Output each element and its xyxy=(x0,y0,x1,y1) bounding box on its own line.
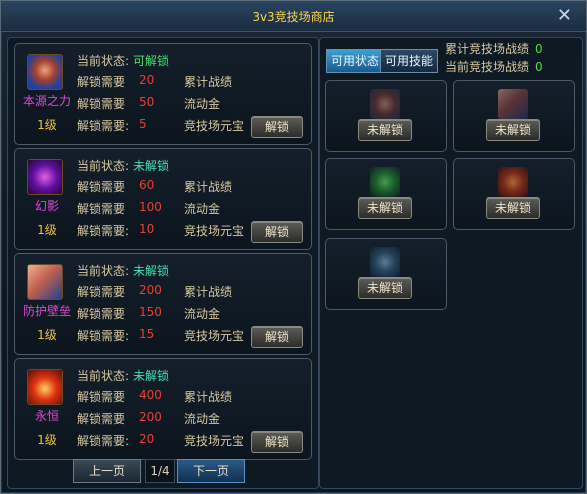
skill-card: 幻影 1级 当前状态: 未解锁 解锁需要 60 累计战绩 解锁需要 100 流动金 解锁需… xyxy=(14,148,312,250)
req-value: 400 xyxy=(139,388,162,402)
unlock-button[interactable]: 解锁 xyxy=(251,221,303,243)
skill-card: 永恒 1级 当前状态: 未解锁 解锁需要 400 累计战绩 解锁需要 200 流动金 解锁… xyxy=(14,358,312,460)
req-type: 累计战绩 xyxy=(184,180,233,194)
req-value: 10 xyxy=(139,222,155,236)
req-value: 60 xyxy=(139,178,155,192)
req-type: 流动金 xyxy=(184,307,221,321)
req-value: 150 xyxy=(139,305,162,319)
skill-name: 幻影 xyxy=(34,199,59,213)
req-label: 解锁需要: xyxy=(77,329,130,343)
skill-card: 防护壁垒 1级 当前状态: 未解锁 解锁需要 200 累计战绩 解锁需要 150 流动金 … xyxy=(14,253,312,355)
shop-slot[interactable]: 未解锁 xyxy=(325,80,447,152)
unlock-button[interactable]: 解锁 xyxy=(251,116,303,138)
req-label: 解锁需要 xyxy=(77,412,126,426)
status-value: 未解锁 xyxy=(133,369,170,383)
next-page-button[interactable]: 下一页 xyxy=(177,459,245,483)
status-value: 未解锁 xyxy=(133,264,170,278)
req-type: 竞技场元宝 xyxy=(184,329,245,343)
phantom-icon xyxy=(27,159,63,195)
status-label: 当前状态: xyxy=(77,54,130,68)
skill-level: 1级 xyxy=(37,328,57,342)
req-label: 解锁需要 xyxy=(77,390,126,404)
status-value: 可解锁 xyxy=(133,54,170,68)
skill-level: 1级 xyxy=(37,433,57,447)
skill-card: 本源之力 1级 当前状态: 可解锁 解锁需要 20 累计战绩 解锁需要 50 流动金 解锁… xyxy=(14,43,312,145)
shop-slot[interactable]: 未解锁 xyxy=(453,158,575,230)
shield-icon xyxy=(27,264,63,300)
req-label: 解锁需要 xyxy=(77,307,126,321)
req-label: 解锁需要 xyxy=(77,285,126,299)
req-type: 累计战绩 xyxy=(184,390,233,404)
skill-name: 防护壁垒 xyxy=(22,304,71,318)
page-indicator: 1/4 xyxy=(145,459,175,483)
shop-slot[interactable]: 未解锁 xyxy=(453,80,575,152)
tab-available-skills[interactable]: 可用技能 xyxy=(380,49,439,73)
shop-slot[interactable]: 未解锁 xyxy=(325,238,447,310)
total-record-value: 0 xyxy=(535,42,543,56)
title-bar[interactable]: 3v3竞技场商店 ✕ xyxy=(1,1,586,32)
prev-page-button[interactable]: 上一页 xyxy=(73,459,141,483)
req-value: 5 xyxy=(139,117,147,131)
req-label: 解锁需要: xyxy=(77,434,130,448)
status-label: 当前状态: xyxy=(77,264,130,278)
req-value: 20 xyxy=(139,432,155,446)
close-icon[interactable]: ✕ xyxy=(557,5,572,26)
req-value: 200 xyxy=(139,410,162,424)
locked-button[interactable]: 未解锁 xyxy=(358,119,412,141)
fire-orb-icon xyxy=(498,167,528,197)
req-type: 流动金 xyxy=(184,202,221,216)
skill-level: 1级 xyxy=(37,118,57,132)
req-value: 50 xyxy=(139,95,155,109)
req-type: 流动金 xyxy=(184,412,221,426)
req-value: 15 xyxy=(139,327,155,341)
locked-button[interactable]: 未解锁 xyxy=(486,119,540,141)
status-label: 当前状态: xyxy=(77,369,130,383)
window-title: 3v3竞技场商店 xyxy=(252,10,335,24)
unlock-button[interactable]: 解锁 xyxy=(251,431,303,453)
green-orb-icon xyxy=(370,167,400,197)
req-type: 累计战绩 xyxy=(184,75,233,89)
current-record-value: 0 xyxy=(535,60,543,74)
total-record-label: 累计竞技场战绩 xyxy=(445,42,530,56)
current-record-label: 当前竞技场战绩 xyxy=(445,60,530,74)
figure-icon xyxy=(370,247,400,277)
req-type: 流动金 xyxy=(184,97,221,111)
req-label: 解锁需要: xyxy=(77,119,130,133)
status-value: 未解锁 xyxy=(133,159,170,173)
req-label: 解锁需要: xyxy=(77,224,130,238)
req-value: 200 xyxy=(139,283,162,297)
req-label: 解锁需要 xyxy=(77,97,126,111)
req-value: 20 xyxy=(139,73,155,87)
flame-icon xyxy=(27,369,63,405)
req-type: 竞技场元宝 xyxy=(184,434,245,448)
skill-level: 1级 xyxy=(37,223,57,237)
req-type: 竞技场元宝 xyxy=(184,119,245,133)
status-label: 当前状态: xyxy=(77,159,130,173)
req-value: 100 xyxy=(139,200,162,214)
req-type: 累计战绩 xyxy=(184,285,233,299)
req-type: 竞技场元宝 xyxy=(184,224,245,238)
skill-name: 永恒 xyxy=(34,409,59,423)
skill-name: 本源之力 xyxy=(22,94,71,108)
locked-button[interactable]: 未解锁 xyxy=(358,277,412,299)
req-label: 解锁需要 xyxy=(77,180,126,194)
locked-button[interactable]: 未解锁 xyxy=(358,197,412,219)
shop-window: 3v3竞技场商店 ✕ 本源之力 1级 当前状态: 可解锁 解锁需要 20 累计战绩 解… xyxy=(0,0,587,494)
unlock-button[interactable]: 解锁 xyxy=(251,326,303,348)
fist-icon xyxy=(370,89,400,119)
shield-icon xyxy=(498,89,528,119)
req-label: 解锁需要 xyxy=(77,75,126,89)
req-label: 解锁需要 xyxy=(77,202,126,216)
fist-icon xyxy=(27,54,63,90)
shop-slot[interactable]: 未解锁 xyxy=(325,158,447,230)
tab-available-status[interactable]: 可用状态 xyxy=(326,49,385,73)
locked-button[interactable]: 未解锁 xyxy=(486,197,540,219)
